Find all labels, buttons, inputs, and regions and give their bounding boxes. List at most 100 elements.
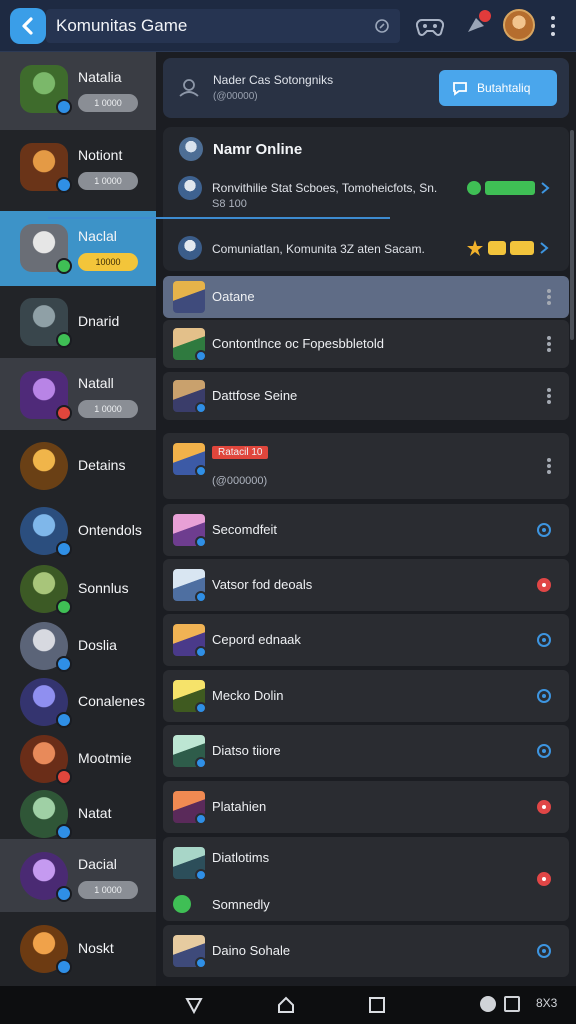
online-panel-header: Namr Online xyxy=(179,137,302,161)
sidebar-status-badge xyxy=(56,959,72,975)
online-divider xyxy=(48,217,390,219)
recents-square-icon[interactable] xyxy=(367,995,387,1015)
status-indicator-icon xyxy=(537,523,551,537)
sidebar-item-label: Dnarid xyxy=(78,313,120,329)
sidebar-item[interactable]: Natat xyxy=(0,788,156,840)
list-item[interactable]: Daino Sohale xyxy=(163,925,569,977)
list-item[interactable]: Cepord ednaak xyxy=(163,614,569,666)
list-item-label: Oatane xyxy=(212,289,255,304)
online-header-avatar xyxy=(179,137,203,161)
more-vert-icon[interactable] xyxy=(547,388,551,404)
notifications-button[interactable] xyxy=(462,10,491,40)
list-item[interactable]: Dattfose Seine xyxy=(163,372,569,420)
list-item[interactable]: Secomdfeit xyxy=(163,504,569,556)
search-circle-icon[interactable] xyxy=(374,18,390,34)
controller-icon xyxy=(416,19,444,36)
chat-icon xyxy=(453,82,467,96)
list-item-badge xyxy=(195,402,207,414)
more-vert-icon[interactable] xyxy=(547,289,551,305)
back-triangle-icon[interactable] xyxy=(184,995,204,1015)
sidebar-item[interactable]: Dacial 1 0000 xyxy=(0,839,156,912)
list-item[interactable]: Ratacil 10 (@000000) xyxy=(163,433,569,499)
sidebar-item-pill: 10000 xyxy=(78,253,138,271)
sidebar-status-badge xyxy=(56,769,72,785)
online-row-2-avatar xyxy=(178,236,202,260)
sidebar-item[interactable]: Noskt xyxy=(0,912,156,986)
sidebar-item[interactable]: Naclal 10000 xyxy=(0,211,156,286)
subtext-avatar xyxy=(173,895,191,913)
sidebar-status-badge xyxy=(56,405,72,421)
list-item-label: Vatsor fod deoals xyxy=(212,577,313,592)
sidebar-item-label: Notiont xyxy=(78,147,123,163)
sidebar-item[interactable]: Dnarid xyxy=(0,286,156,358)
list-item[interactable]: Platahien xyxy=(163,781,569,833)
check-badge-icon xyxy=(467,181,481,195)
chevron-right-icon[interactable] xyxy=(539,181,551,195)
sidebar-item-label: Ontendols xyxy=(78,522,142,538)
sidebar-item-pill: 1 0000 xyxy=(78,400,138,418)
list-item-label: Mecko Dolin xyxy=(212,688,284,703)
list-item[interactable]: Diatlotims Somnedly xyxy=(163,837,569,921)
sidebar-item-label: Natall xyxy=(78,375,114,391)
system-navbar: 8X3 xyxy=(0,986,576,1024)
sidebar-item[interactable]: Sonnlus xyxy=(0,560,156,618)
list-item-badge xyxy=(195,350,207,362)
sidebar-item[interactable]: Detains xyxy=(0,430,156,502)
back-arrow-icon xyxy=(22,17,33,35)
sidebar-status-badge xyxy=(56,258,72,274)
sidebar-status-badge xyxy=(56,332,72,348)
app-title: Komunitas Game xyxy=(56,16,188,35)
sidebar-item-label: Noskt xyxy=(78,940,114,956)
list-item-label: Dattfose Seine xyxy=(212,388,298,403)
sidebar-item-label: Sonnlus xyxy=(78,580,129,596)
list-item[interactable]: Diatso tiiore xyxy=(163,725,569,777)
list-item[interactable]: Oatane xyxy=(163,276,569,318)
banner-action-button[interactable]: Butahtaliq xyxy=(439,70,557,106)
list-item[interactable]: Contontlnce oc Fopesbbletold xyxy=(163,320,569,368)
list-item-badge xyxy=(195,646,207,658)
sound-icon xyxy=(480,996,496,1012)
status-indicator-icon xyxy=(537,872,551,886)
status-indicator-icon xyxy=(537,744,551,758)
sidebar-item[interactable]: Natall 1 0000 xyxy=(0,358,156,430)
sidebar-item[interactable]: Mootmie xyxy=(0,730,156,788)
more-vert-icon[interactable] xyxy=(548,16,558,36)
list-item-label: Diatso tiiore xyxy=(212,743,281,758)
online-panel-title: Namr Online xyxy=(213,140,303,158)
sidebar-item[interactable]: Doslia xyxy=(0,618,156,674)
more-vert-icon[interactable] xyxy=(547,458,551,474)
sidebar-avatar xyxy=(20,442,68,490)
list-item-label: Diatlotims xyxy=(212,850,270,865)
chevron-right-icon[interactable] xyxy=(538,241,550,255)
sidebar-status-badge xyxy=(56,99,72,115)
online-row-avatar xyxy=(178,176,202,200)
sidebar-status-badge xyxy=(56,599,72,615)
scrollbar[interactable] xyxy=(570,130,574,340)
back-button[interactable] xyxy=(10,8,46,44)
status-indicator-icon xyxy=(537,578,551,592)
sidebar-status-badge xyxy=(56,886,72,902)
controller-button[interactable] xyxy=(416,12,444,40)
sidebar-status-badge xyxy=(56,712,72,728)
sidebar-item-label: Natat xyxy=(78,805,112,821)
list-item[interactable]: Mecko Dolin xyxy=(163,670,569,722)
sidebar-status-badge xyxy=(56,541,72,557)
list-item-badge xyxy=(195,869,207,881)
list-item-badge xyxy=(195,813,207,825)
list-item-badge xyxy=(195,536,207,548)
list-item-avatar xyxy=(173,281,205,313)
list-item-label: Daino Sohale xyxy=(212,943,291,958)
list-item-badge xyxy=(195,702,207,714)
top-app-bar: Komunitas Game xyxy=(0,0,576,52)
sidebar-item[interactable]: Conalenes xyxy=(0,674,156,730)
sidebar-item[interactable]: Natalia 1 0000 xyxy=(0,52,156,130)
list-item-label: Contontlnce oc Fopesbbletold xyxy=(212,336,385,351)
home-icon[interactable] xyxy=(276,995,296,1015)
list-item-badge xyxy=(195,591,207,603)
sidebar-item-label: Detains xyxy=(78,457,126,473)
list-item[interactable]: Vatsor fod deoals xyxy=(163,559,569,611)
profile-avatar[interactable] xyxy=(503,9,535,41)
more-vert-icon[interactable] xyxy=(547,336,551,352)
sidebar-item[interactable]: Ontendols xyxy=(0,502,156,560)
list-item-badge xyxy=(195,757,207,769)
